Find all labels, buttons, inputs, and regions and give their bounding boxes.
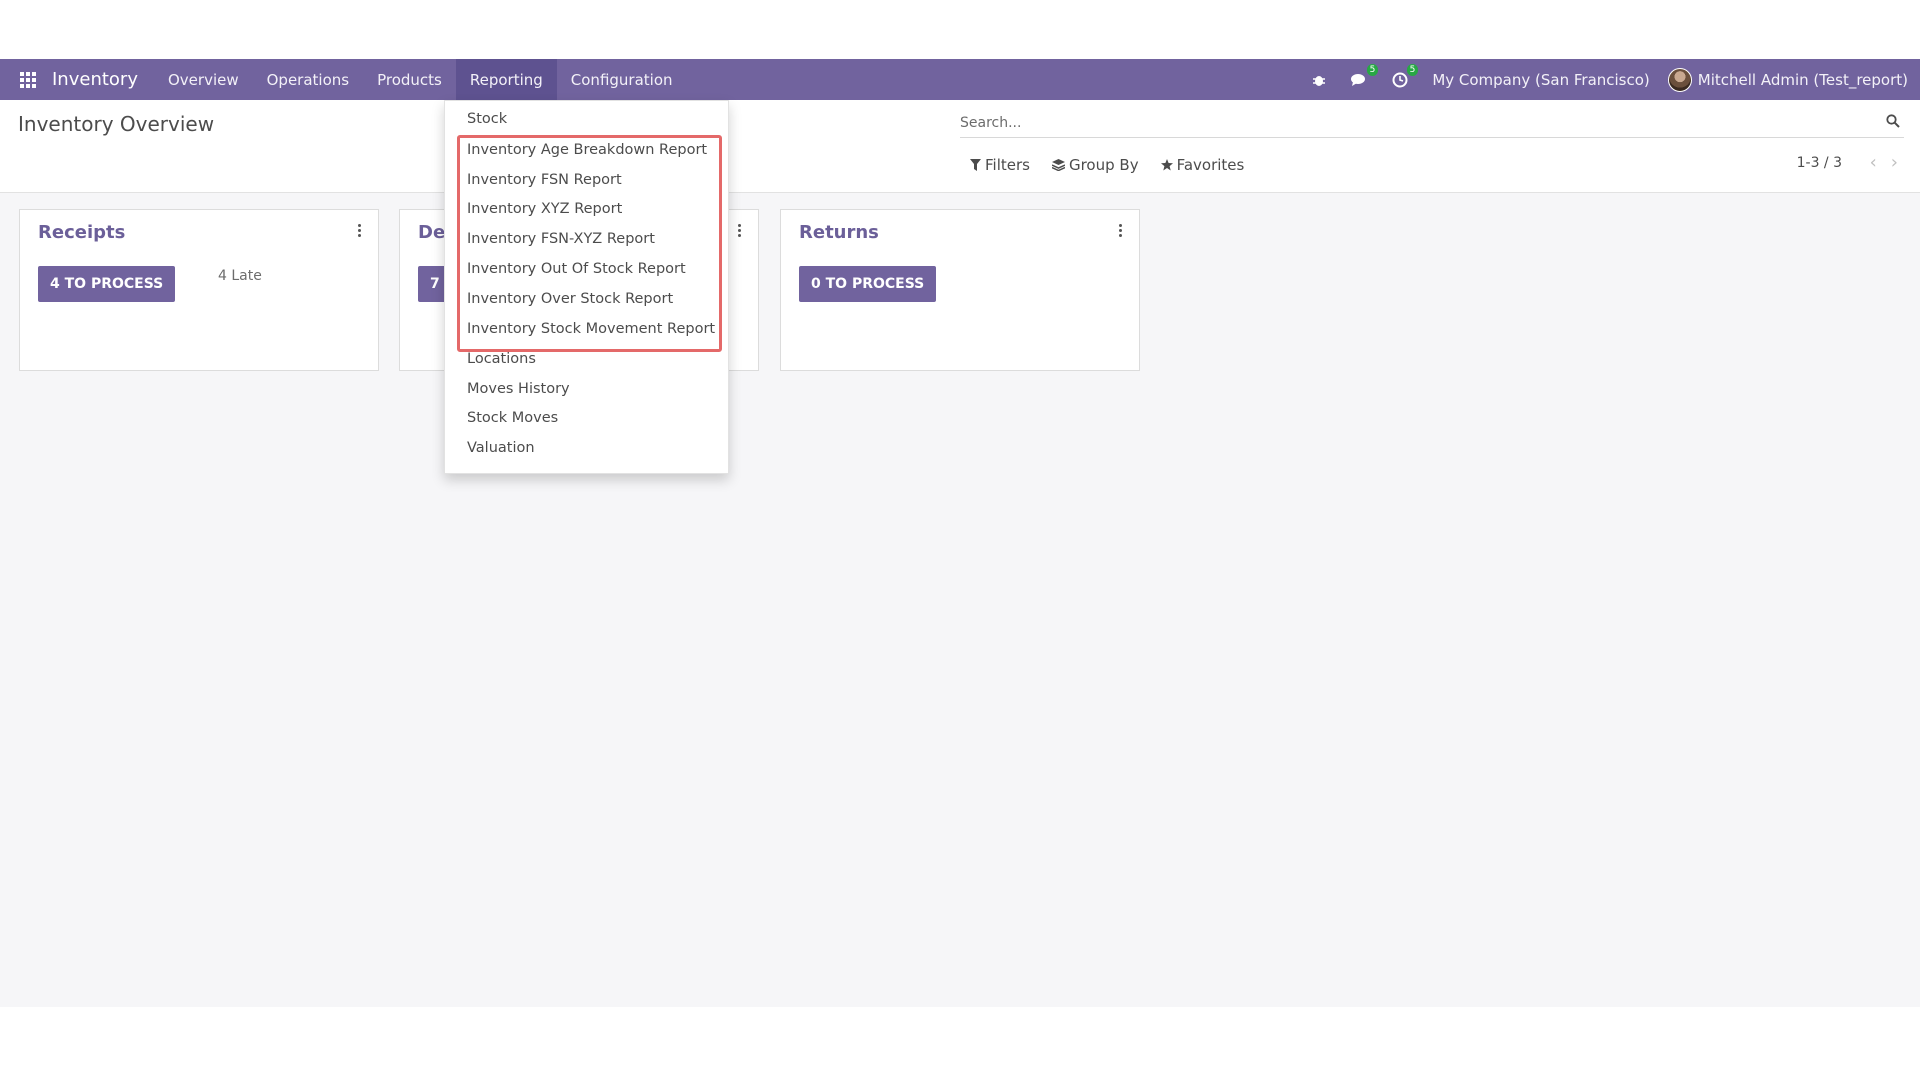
search-bar — [960, 108, 1904, 138]
previous-icon[interactable]: ‹ — [1870, 152, 1877, 173]
pager-value[interactable]: 1-3 / 3 — [1797, 155, 1842, 171]
card-dropdown-icon[interactable] — [1119, 224, 1123, 237]
chat-icon[interactable]: 5 — [1338, 59, 1380, 100]
user-menu[interactable]: Mitchell Admin (Test_report) — [1662, 67, 1920, 92]
to-process-button[interactable]: 0 TO PROCESS — [799, 266, 937, 302]
receipts-card: Receipts 4 TO PROCESS 4 Late — [19, 209, 379, 371]
filters-button[interactable]: Filters — [970, 156, 1030, 174]
user-name: Mitchell Admin (Test_report) — [1697, 70, 1908, 89]
menu-overview[interactable]: Overview — [154, 59, 253, 100]
highlight-box — [457, 135, 722, 352]
top-navbar: Inventory Overview Operations Products R… — [0, 59, 1920, 100]
card-dropdown-icon[interactable] — [358, 224, 362, 237]
screen: Inventory Overview Operations Products R… — [0, 59, 1920, 1007]
card-title[interactable]: Returns — [799, 222, 879, 243]
page-title[interactable]: Inventory Overview — [18, 112, 214, 136]
reporting-dropdown-menu: Stock Inventory Age Breakdown Report Inv… — [444, 100, 729, 474]
menu-item-stock-moves[interactable]: Stock Moves — [467, 410, 558, 426]
layers-icon — [1051, 159, 1065, 171]
star-icon — [1160, 159, 1173, 171]
menu-item-moves-history[interactable]: Moves History — [467, 381, 570, 397]
menu-operations[interactable]: Operations — [253, 59, 363, 100]
card-dropdown-icon[interactable] — [738, 224, 742, 237]
bug-icon[interactable] — [1300, 59, 1338, 100]
menu-reporting[interactable]: Reporting — [455, 59, 557, 100]
app-brand[interactable]: Inventory — [52, 69, 138, 90]
menu-item-valuation[interactable]: Valuation — [467, 440, 535, 456]
menu-item-locations[interactable]: Locations — [467, 351, 536, 367]
menu-configuration[interactable]: Configuration — [557, 59, 687, 100]
card-title[interactable]: De — [418, 222, 445, 243]
search-icon[interactable] — [1886, 114, 1900, 128]
group-by-button[interactable]: Group By — [1051, 156, 1139, 174]
avatar — [1667, 67, 1692, 92]
next-icon[interactable]: › — [1891, 152, 1898, 173]
menu-item-stock[interactable]: Stock — [467, 111, 507, 127]
card-title[interactable]: Receipts — [38, 222, 125, 243]
to-process-button[interactable]: 4 TO PROCESS — [38, 266, 176, 302]
late-link[interactable]: 4 Late — [218, 268, 262, 284]
activity-clock-icon[interactable]: 5 — [1380, 59, 1420, 100]
systray: 5 5 My Company (San Francisco) Mitchell … — [1300, 59, 1920, 100]
apps-menu-icon[interactable] — [0, 59, 56, 100]
control-panel: Inventory Overview Filters Group By Favo… — [0, 100, 1920, 193]
returns-card: Returns 0 TO PROCESS — [780, 209, 1140, 371]
pager-arrows: ‹ › — [1870, 152, 1898, 173]
favorites-button[interactable]: Favorites — [1160, 156, 1245, 174]
filter-icon — [970, 159, 981, 171]
menu-products[interactable]: Products — [363, 59, 456, 100]
search-options: Filters Group By Favorites — [970, 156, 1244, 174]
filters-label: Filters — [985, 156, 1030, 174]
search-input[interactable] — [960, 114, 1904, 131]
company-switcher[interactable]: My Company (San Francisco) — [1420, 71, 1661, 89]
chat-badge: 5 — [1366, 64, 1379, 76]
favorites-label: Favorites — [1176, 156, 1245, 174]
activity-badge: 5 — [1406, 64, 1419, 76]
group-by-label: Group By — [1068, 156, 1139, 174]
